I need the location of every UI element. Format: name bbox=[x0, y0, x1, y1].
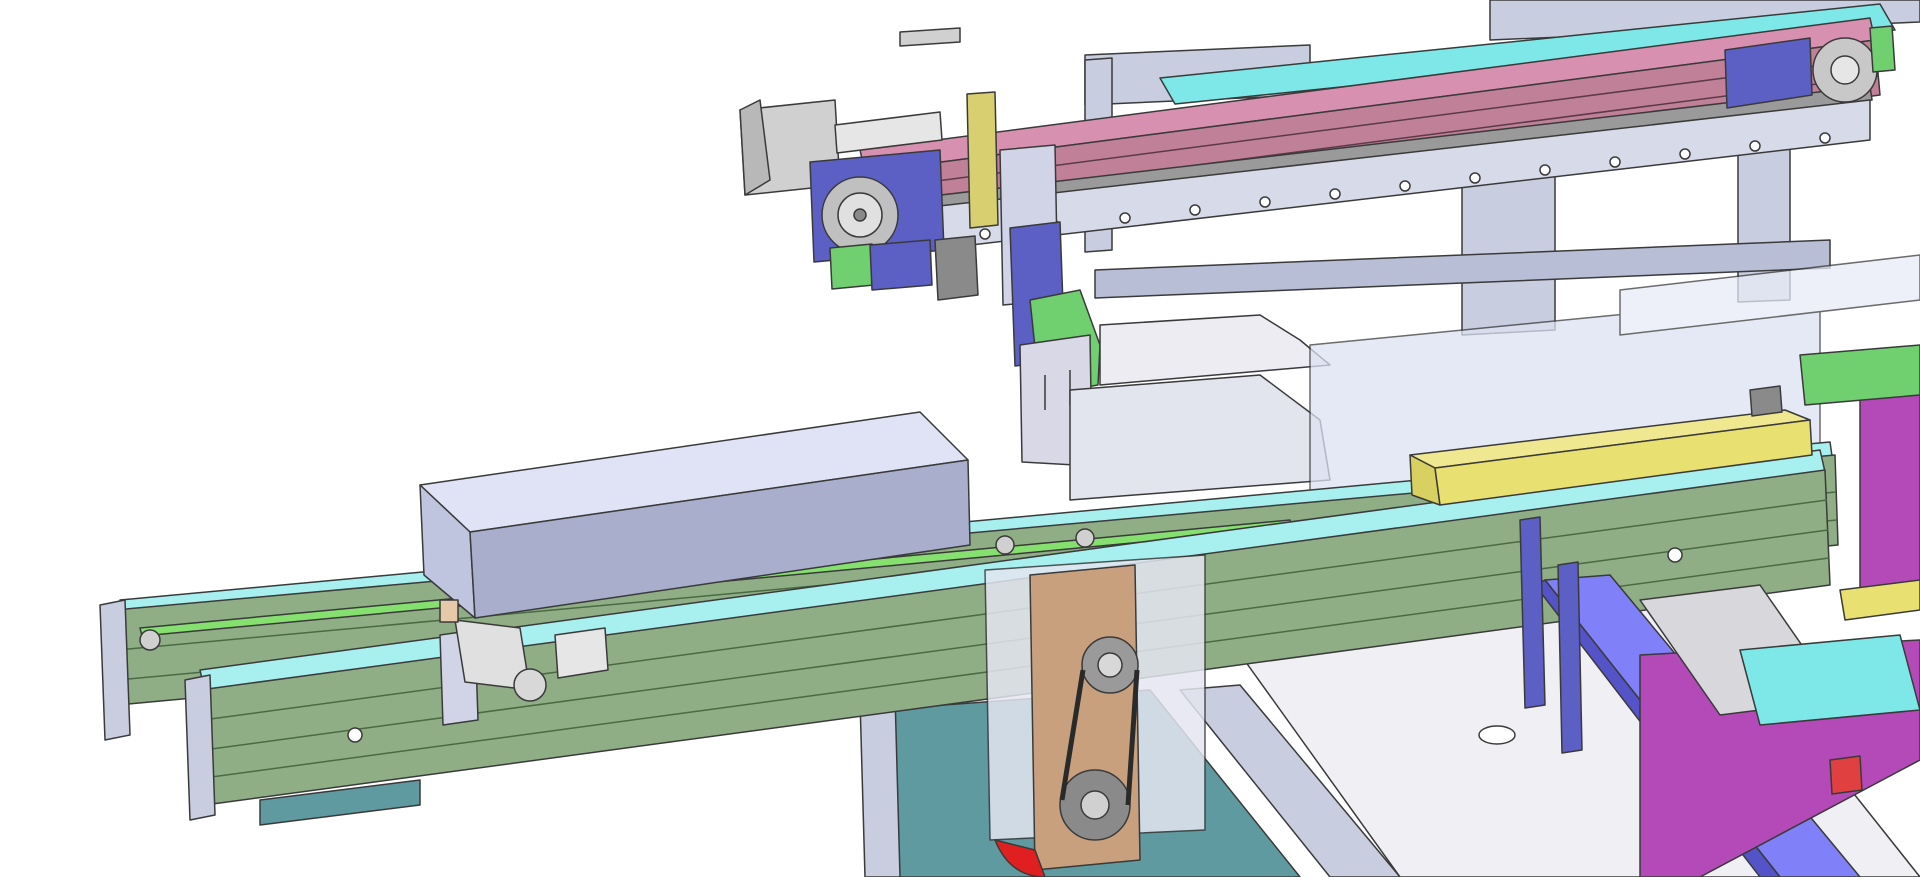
vertical-yellow-post bbox=[966, 91, 999, 229]
cylinder-head bbox=[1749, 385, 1783, 417]
product-chute bbox=[1069, 314, 1331, 501]
chute-lower bbox=[1069, 374, 1331, 501]
front-conveyor-end-cap bbox=[184, 674, 216, 821]
back-conveyor-end-cap bbox=[99, 599, 131, 741]
base-gray-frame bbox=[859, 694, 901, 877]
upper-right-pulley-hub bbox=[1830, 55, 1860, 85]
drive-pulley-hub bbox=[853, 208, 867, 222]
cyan-base-plate bbox=[1739, 634, 1920, 726]
belt-drive-housing bbox=[984, 554, 1206, 877]
sensor-flag-bracket bbox=[899, 27, 961, 47]
back-mid-pulley-1 bbox=[995, 535, 1015, 555]
yellow-small-plate bbox=[1839, 579, 1920, 621]
back-end-pulley bbox=[139, 629, 161, 651]
magenta-upright bbox=[1859, 389, 1920, 601]
chute-upper bbox=[1099, 314, 1331, 386]
upper-right-end-plate bbox=[1724, 37, 1813, 109]
belt-lower-pulley-hub bbox=[1080, 790, 1110, 820]
back-mid-pulley-2 bbox=[1075, 528, 1095, 548]
green-top-plate bbox=[1799, 344, 1920, 406]
cylinder-cap bbox=[513, 668, 547, 702]
sensor-bracket bbox=[554, 627, 609, 679]
front-side-hole-1 bbox=[347, 727, 363, 743]
cad-viewport bbox=[0, 0, 1920, 877]
red-stop-block bbox=[1829, 755, 1863, 795]
cad-assembly-drawing bbox=[99, 0, 1920, 877]
cylinder-fitting bbox=[439, 599, 459, 623]
blue-post-1 bbox=[1519, 516, 1546, 709]
front-side-hole-2 bbox=[1667, 547, 1683, 563]
left-green-block bbox=[829, 243, 875, 290]
floor-hole bbox=[1478, 725, 1516, 745]
stepper-motor-assembly bbox=[739, 27, 1101, 466]
belt-upper-pulley-hub bbox=[1097, 652, 1123, 678]
upper-right-green-bracket bbox=[1869, 25, 1896, 73]
small-gray-actuator bbox=[934, 235, 979, 301]
blue-post-2 bbox=[1557, 561, 1583, 754]
left-blue-lower-plate bbox=[869, 239, 933, 291]
